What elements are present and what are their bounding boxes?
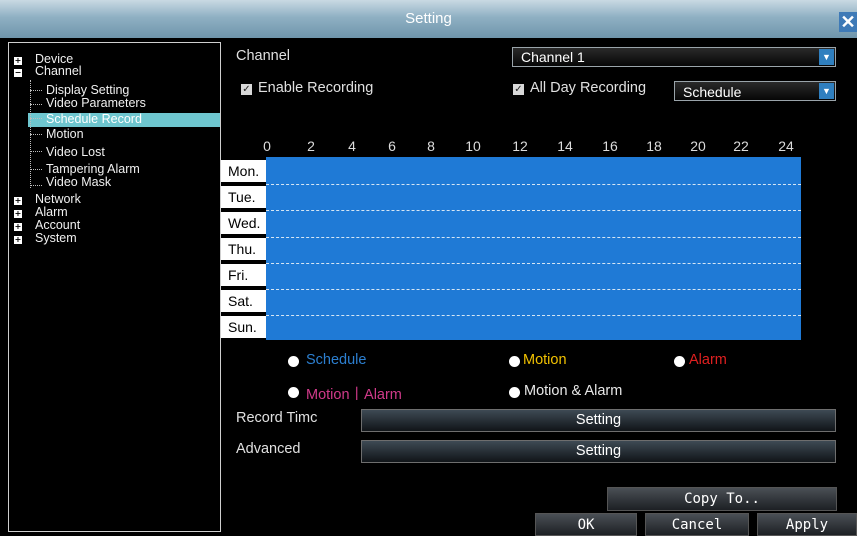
grid-divider [266, 237, 801, 238]
legend-alarm: Alarm [689, 352, 727, 368]
hour-label: 16 [602, 138, 618, 154]
grid-divider [266, 210, 801, 211]
copy-to-button[interactable]: Copy To.. [607, 487, 837, 511]
chevron-down-icon: ▼ [819, 49, 834, 65]
day-label-fri: Fri. [221, 264, 266, 288]
tree-item-schedule-record[interactable]: Schedule Record [46, 113, 142, 126]
mode-value: Schedule [683, 84, 742, 100]
tree-connector [30, 185, 42, 186]
tree-item-channel[interactable]: Channel [35, 65, 82, 78]
apply-button[interactable]: Apply [757, 513, 857, 536]
hour-label: 12 [512, 138, 528, 154]
window-title: Setting [405, 10, 452, 27]
day-label-tue: Tue. [221, 186, 266, 210]
mode-dropdown[interactable]: Schedule ▼ [674, 81, 836, 101]
all-day-recording-label: All Day Recording [530, 80, 647, 96]
tree-item-system[interactable]: System [35, 232, 77, 245]
ok-button[interactable]: OK [535, 513, 637, 536]
expand-icon[interactable]: + [14, 236, 22, 244]
day-label-sat: Sat. [221, 290, 266, 314]
enable-recording-label: Enable Recording [258, 80, 374, 96]
tree-connector [30, 104, 42, 105]
channel-value: Channel 1 [521, 49, 585, 65]
legend-schedule: Schedule [306, 352, 367, 368]
tree-item-motion[interactable]: Motion [46, 128, 84, 141]
hour-label: 10 [465, 138, 481, 154]
hour-label: 0 [263, 138, 271, 154]
motion-or-alarm-radio[interactable] [288, 387, 299, 398]
hour-label: 2 [307, 138, 315, 154]
motion-and-alarm-radio[interactable] [509, 387, 520, 398]
hour-label: 18 [646, 138, 662, 154]
all-day-recording-checkbox[interactable]: ✓ [513, 84, 524, 95]
grid-divider [266, 263, 801, 264]
day-label-mon: Mon. [221, 160, 266, 184]
record-time-setting-button[interactable]: Setting [361, 409, 836, 432]
collapse-icon[interactable]: − [14, 69, 22, 77]
chevron-down-icon: ▼ [819, 83, 834, 99]
tree-item-video-mask[interactable]: Video Mask [46, 176, 111, 189]
channel-dropdown[interactable]: Channel 1 ▼ [512, 47, 836, 67]
hour-label: 22 [733, 138, 749, 154]
tree-item-video-parameters[interactable]: Video Parameters [46, 97, 146, 110]
hour-label: 24 [778, 138, 794, 154]
alarm-radio[interactable] [674, 356, 685, 367]
expand-icon[interactable]: + [14, 57, 22, 65]
close-icon[interactable]: ✕ [839, 12, 857, 32]
motion-radio[interactable] [509, 356, 520, 367]
hour-label: 20 [690, 138, 706, 154]
tree-connector [30, 90, 42, 91]
tree-connector [30, 151, 42, 152]
tree-connector [30, 169, 42, 170]
grid-divider [266, 184, 801, 185]
hour-label: 6 [388, 138, 396, 154]
record-time-label: Record Timc [236, 410, 318, 426]
day-label-thu: Thu. [221, 238, 266, 262]
legend-motion: Motion [523, 352, 567, 368]
enable-recording-checkbox[interactable]: ✓ [241, 84, 252, 95]
tree-item-video-lost[interactable]: Video Lost [46, 146, 105, 159]
cancel-button[interactable]: Cancel [645, 513, 749, 536]
tree-connector [30, 118, 42, 119]
grid-divider [266, 315, 801, 316]
day-label-sun: Sun. [221, 316, 266, 340]
expand-icon[interactable]: + [14, 223, 22, 231]
hour-label: 4 [348, 138, 356, 154]
schedule-radio[interactable] [288, 356, 299, 367]
advanced-label: Advanced [236, 441, 301, 457]
legend-motion-and-alarm: Motion & Alarm [524, 383, 623, 399]
grid-divider [266, 289, 801, 290]
advanced-setting-button[interactable]: Setting [361, 440, 836, 463]
tree-connector [30, 134, 42, 135]
hour-label: 14 [557, 138, 573, 154]
channel-label: Channel [236, 48, 291, 64]
day-label-wed: Wed. [221, 212, 266, 236]
legend-motion-or-alarm: Motion丨Alarm [306, 387, 402, 403]
expand-icon[interactable]: + [14, 210, 22, 218]
expand-icon[interactable]: + [14, 197, 22, 205]
hour-label: 8 [427, 138, 435, 154]
